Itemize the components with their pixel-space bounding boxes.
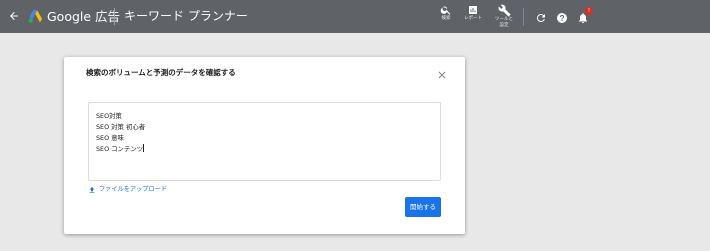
brand-name: Google 広告 [47,9,121,24]
reports-tool-label: レポート [464,16,482,21]
brand-divider [114,8,115,25]
upload-file-link[interactable]: ファイルをアップロード [88,185,167,194]
keyword-line: SEO 意味 [96,134,124,142]
text-cursor [143,144,145,152]
page-title: キーワード プランナー [124,9,248,23]
start-button[interactable]: 開始する [405,197,441,217]
google-ads-logo-icon [27,8,43,28]
tools-label-line2: 設定 [499,23,509,28]
back-arrow-icon[interactable] [6,7,22,25]
tools-settings-button[interactable]: ツールと 設定 [495,4,513,29]
top-app-bar: Google 広告 キーワード プランナー 検索 レポート ツールと 設定 ! [0,0,710,33]
search-tool-label: 検索 [441,16,451,21]
search-tool-button[interactable]: 検索 [440,4,452,22]
help-icon[interactable] [556,9,568,28]
keyword-line: SEO対策 [96,112,122,120]
keyword-line-text: SEO コンテンツ [96,145,144,153]
close-icon[interactable] [436,66,448,79]
forecast-dialog: 検索のボリュームと予測のデータを確認する SEO対策 SEO 対策 初心者 SE… [64,57,465,234]
report-icon [469,6,477,14]
wrench-icon [498,4,510,17]
keywords-textarea[interactable]: SEO対策 SEO 対策 初心者 SEO 意味 SEO コンテンツ [88,102,441,181]
dialog-title: 検索のボリュームと予測のデータを確認する [86,68,236,77]
toolbar-divider [523,8,524,26]
search-icon [440,6,451,15]
upload-file-label: ファイルをアップロード [99,186,168,193]
keyword-line: SEO 対策 初心者 [96,123,146,131]
refresh-icon[interactable] [535,9,547,28]
notification-badge: ! [585,7,593,15]
keyword-line-last: SEO コンテンツ [96,144,433,155]
upload-icon [89,186,95,193]
reports-tool-button[interactable]: レポート [464,4,482,22]
